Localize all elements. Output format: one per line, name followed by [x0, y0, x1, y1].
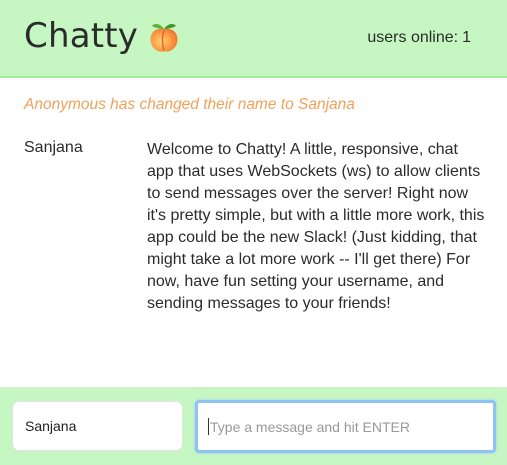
text-caret: [208, 418, 209, 435]
message-username: Sanjana: [24, 139, 83, 156]
message-input[interactable]: Type a message and hit ENTER: [195, 400, 496, 453]
message-content: Welcome to Chatty! A little, responsive,…: [147, 141, 485, 312]
system-notification: Anonymous has changed their name to Sanj…: [24, 96, 355, 113]
message-placeholder: Type a message and hit ENTER: [210, 418, 410, 435]
username-value: Sanjana: [25, 418, 77, 434]
users-online-count: 1: [462, 29, 471, 46]
users-online-label: users online:: [367, 29, 459, 46]
app-title: Chatty: [24, 16, 139, 56]
message-feed: Anonymous has changed their name to Sanj…: [0, 78, 507, 388]
brand: Chatty: [24, 16, 181, 56]
chatty-app: Chatty users online: 1 Anonymous has cha…: [0, 0, 507, 465]
username-input[interactable]: Sanjana: [12, 401, 183, 451]
chat-footer: Sanjana Type a message and hit ENTER: [0, 387, 507, 465]
peach-icon: [147, 20, 181, 54]
users-online: users online: 1: [367, 29, 471, 47]
top-navbar: Chatty users online: 1: [0, 0, 507, 78]
